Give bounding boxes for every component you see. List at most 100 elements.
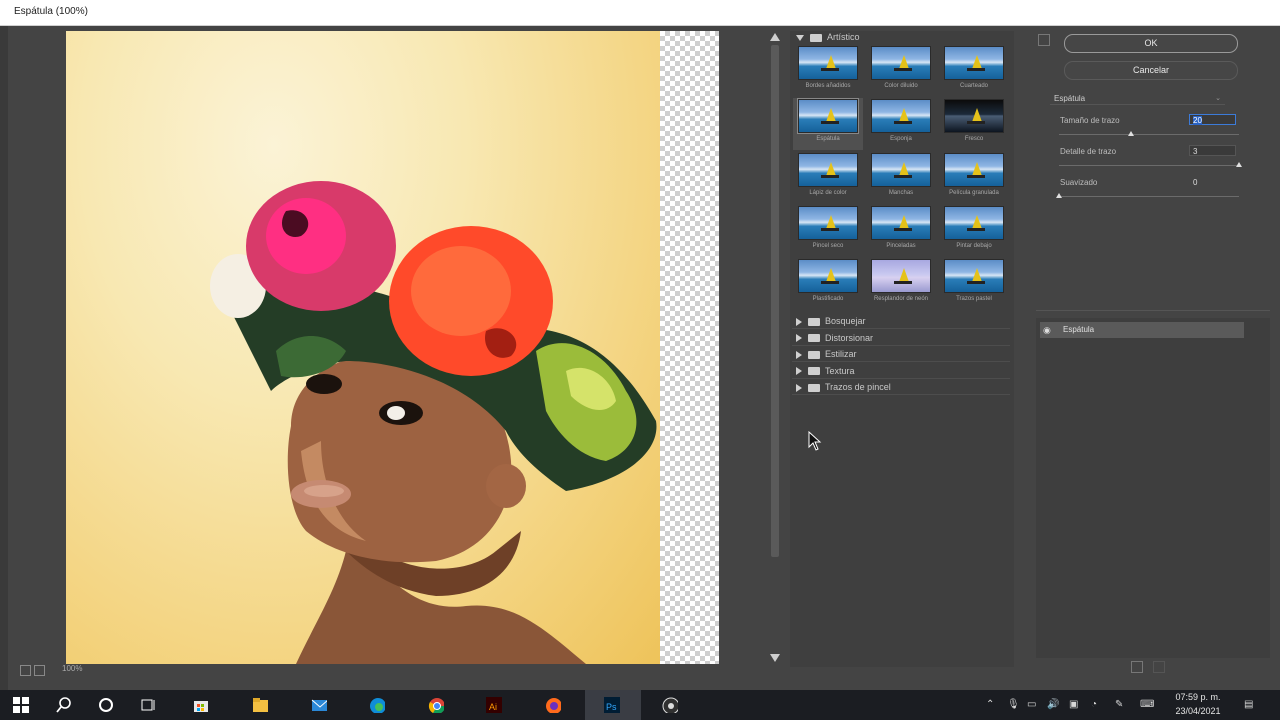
- sailboat-shape: [899, 268, 909, 282]
- filter-thumbnail[interactable]: Pincel seco: [798, 206, 858, 249]
- eye-visibility-icon[interactable]: ◉: [1043, 322, 1051, 338]
- collapsed-triangle-icon: [796, 367, 802, 376]
- volume-icon[interactable]: 🔊: [1047, 699, 1059, 710]
- filter-thumbnail[interactable]: Plastificado: [798, 259, 858, 302]
- filter-label: Manchas: [888, 190, 914, 196]
- folder-icon: [808, 350, 820, 359]
- keyboard-icon[interactable]: ⌨: [1140, 699, 1154, 710]
- filter-preview-image: [798, 259, 858, 293]
- category-label: Textura: [825, 365, 855, 376]
- filter-thumbnail[interactable]: Bordes añadidos: [798, 46, 858, 89]
- filter-thumbnail[interactable]: Trazos pastel: [944, 259, 1004, 302]
- filter-thumbnail[interactable]: Pinceladas: [871, 206, 931, 249]
- filter-select[interactable]: Espátula ⌄: [1050, 92, 1225, 105]
- filter-preview-image: [944, 153, 1004, 187]
- obs-icon[interactable]: [662, 697, 678, 713]
- filter-thumbnail[interactable]: Resplandor de neón: [871, 259, 931, 302]
- photoshop-icon[interactable]: Ps: [604, 697, 620, 713]
- effect-layer-row[interactable]: ◉ Espátula: [1040, 322, 1244, 338]
- delete-effect-layer-icon[interactable]: [1153, 661, 1165, 673]
- sailboat-shape: [899, 108, 909, 122]
- category-row[interactable]: Distorsionar: [792, 330, 1010, 346]
- battery-icon[interactable]: ▭: [1027, 699, 1036, 710]
- task-view-icon[interactable]: [140, 697, 156, 713]
- show-hidden-icons[interactable]: ⌃: [986, 699, 994, 710]
- store-icon[interactable]: [193, 697, 209, 713]
- scroll-thumb[interactable]: [771, 45, 779, 557]
- ok-button[interactable]: OK: [1064, 34, 1238, 53]
- filter-preview-image: [944, 99, 1004, 133]
- zoom-in-button[interactable]: [34, 665, 45, 676]
- softness-slider[interactable]: [1056, 193, 1239, 198]
- filter-preview-image: [871, 153, 931, 187]
- zoom-bar: 100%: [18, 664, 718, 678]
- mail-icon[interactable]: [311, 697, 327, 713]
- stroke-size-input[interactable]: 20: [1189, 114, 1236, 125]
- category-row[interactable]: Estilizar: [792, 346, 1010, 362]
- clock-date[interactable]: 23/04/2021: [1170, 706, 1226, 716]
- folder-icon: [808, 383, 820, 392]
- windows-start-icon[interactable]: [13, 697, 29, 713]
- cancel-button[interactable]: Cancelar: [1064, 61, 1238, 80]
- collapsed-triangle-icon: [796, 383, 802, 392]
- clock-time[interactable]: 07:59 p. m.: [1170, 692, 1226, 702]
- pen-icon[interactable]: ✎: [1115, 699, 1123, 710]
- slider-handle[interactable]: [1236, 162, 1242, 167]
- wifi-icon[interactable]: ◔: [1091, 699, 1097, 710]
- filter-thumbnail[interactable]: Película granulada: [944, 153, 1004, 196]
- sailboat-shape: [972, 268, 982, 282]
- stroke-detail-label: Detalle de trazo: [1060, 147, 1117, 156]
- new-effect-layer-icon[interactable]: [1131, 661, 1143, 673]
- stroke-detail-slider[interactable]: [1059, 162, 1242, 167]
- stroke-detail-input[interactable]: 3: [1189, 145, 1236, 156]
- edge-browser-icon[interactable]: [369, 697, 385, 713]
- boat-hull-shape: [894, 228, 912, 231]
- filter-thumbnail[interactable]: Manchas: [871, 153, 931, 196]
- slider-handle[interactable]: [1056, 193, 1062, 198]
- filter-preview-image: [944, 206, 1004, 240]
- zoom-level[interactable]: 100%: [62, 664, 82, 673]
- filter-thumbnail[interactable]: Pintar debajo: [944, 206, 1004, 249]
- scroll-up-arrow-icon[interactable]: [770, 33, 780, 41]
- filter-preview-image: [871, 206, 931, 240]
- filter-thumbnail[interactable]: Fresco: [944, 99, 1004, 142]
- preview-canvas[interactable]: [66, 31, 660, 664]
- notifications-icon[interactable]: ▤: [1244, 699, 1253, 710]
- category-row[interactable]: Trazos de pincel: [792, 379, 1010, 395]
- file-explorer-icon[interactable]: [252, 697, 268, 713]
- cortana-icon[interactable]: [98, 697, 114, 713]
- collapse-gallery-icon[interactable]: [1038, 34, 1050, 46]
- category-row[interactable]: Textura: [792, 363, 1010, 379]
- sailboat-shape: [972, 55, 982, 69]
- filter-label: Pinceladas: [886, 243, 916, 249]
- category-label: Distorsionar: [825, 332, 874, 343]
- category-row[interactable]: Bosquejar: [792, 313, 1010, 329]
- scroll-down-arrow-icon[interactable]: [770, 654, 780, 662]
- left-edge-strip: [0, 26, 8, 690]
- network-icon[interactable]: ▣: [1069, 699, 1078, 710]
- boat-hull-shape: [894, 68, 912, 71]
- filter-label: Fresco: [964, 136, 984, 142]
- illustrator-icon[interactable]: Ai: [486, 697, 502, 713]
- preview-scrollbar[interactable]: [768, 31, 782, 665]
- softness-input[interactable]: 0: [1189, 176, 1236, 187]
- category-artistico[interactable]: Artístico: [796, 32, 860, 42]
- filter-preview-image: [871, 259, 931, 293]
- boat-hull-shape: [967, 228, 985, 231]
- folder-icon: [810, 33, 822, 42]
- slider-handle[interactable]: [1128, 131, 1134, 136]
- collapsed-triangle-icon: [796, 334, 802, 343]
- microphone-icon[interactable]: 🎙: [1007, 699, 1020, 710]
- boat-hull-shape: [821, 175, 839, 178]
- filter-thumbnail[interactable]: Lápiz de color: [798, 153, 858, 196]
- stroke-size-slider[interactable]: [1059, 131, 1239, 136]
- filter-thumbnail[interactable]: Cuarteado: [944, 46, 1004, 89]
- folder-icon: [808, 334, 820, 343]
- filter-thumbnail[interactable]: Color diluido: [871, 46, 931, 89]
- zoom-out-button[interactable]: [20, 665, 31, 676]
- firefox-icon[interactable]: [545, 697, 561, 713]
- filter-thumbnail[interactable]: Esponja: [871, 99, 931, 142]
- filter-thumbnail[interactable]: Espátula: [797, 98, 859, 142]
- search-icon[interactable]: [56, 697, 72, 713]
- chrome-browser-icon[interactable]: [428, 697, 444, 713]
